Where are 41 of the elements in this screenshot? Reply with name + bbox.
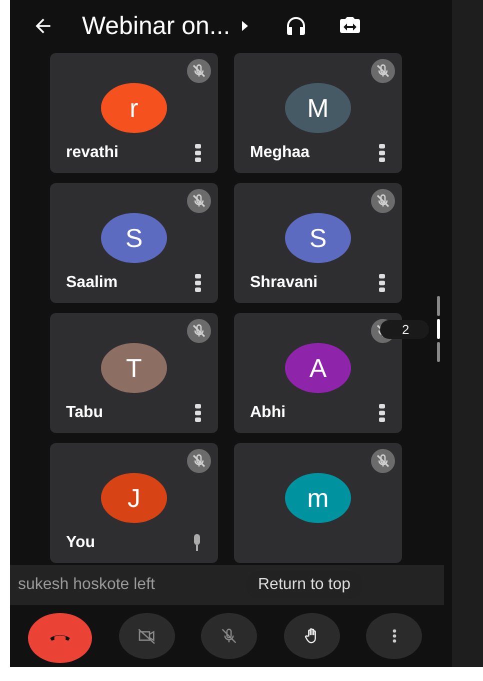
participant-name: Abhi xyxy=(250,404,286,422)
more-options-icon[interactable] xyxy=(379,144,385,162)
avatar: T xyxy=(101,343,167,393)
participant-tile[interactable]: M Meghaa xyxy=(234,53,402,173)
more-options-icon[interactable] xyxy=(379,274,385,292)
microphone-icon xyxy=(193,534,201,552)
more-options-icon[interactable] xyxy=(379,404,385,422)
avatar: M xyxy=(285,83,351,133)
caret-icon[interactable] xyxy=(242,21,248,31)
avatar: S xyxy=(101,213,167,263)
avatar: m xyxy=(285,473,351,523)
participant-name: revathi xyxy=(66,144,118,162)
participant-name: Tabu xyxy=(66,404,104,422)
participant-tile[interactable]: S Shravani xyxy=(234,183,402,303)
participant-tile[interactable]: A Abhi xyxy=(234,313,402,433)
meeting-title[interactable]: Webinar on... xyxy=(82,12,230,40)
page-scrollbar[interactable] xyxy=(437,296,440,362)
more-options-icon xyxy=(392,628,396,644)
avatar: S xyxy=(285,213,351,263)
participant-name: Shravani xyxy=(250,274,318,292)
participant-name: Meghaa xyxy=(250,144,310,162)
avatar: J xyxy=(101,473,167,523)
participant-tile[interactable]: J You xyxy=(50,443,218,563)
raise-hand-button[interactable] xyxy=(284,613,340,659)
participant-tile[interactable]: S Saalim xyxy=(50,183,218,303)
participant-tile[interactable]: m xyxy=(234,443,402,563)
avatar: r xyxy=(101,83,167,133)
participant-name: You xyxy=(66,534,96,552)
participant-tile[interactable]: T Tabu xyxy=(50,313,218,433)
camera-off-icon xyxy=(136,626,156,646)
avatar: A xyxy=(285,343,351,393)
notification-text: sukesh hoskote left xyxy=(18,576,155,594)
participant-tile[interactable]: r revathi xyxy=(50,53,218,173)
mic-off-icon xyxy=(219,626,239,646)
more-options-icon[interactable] xyxy=(195,144,201,162)
camera-off-button[interactable] xyxy=(118,613,174,659)
phone-icon xyxy=(50,635,70,641)
more-options-icon[interactable] xyxy=(195,404,201,422)
more-options-icon[interactable] xyxy=(195,274,201,292)
participant-name: Saalim xyxy=(66,274,118,292)
page-number-label: 2 xyxy=(380,320,430,339)
